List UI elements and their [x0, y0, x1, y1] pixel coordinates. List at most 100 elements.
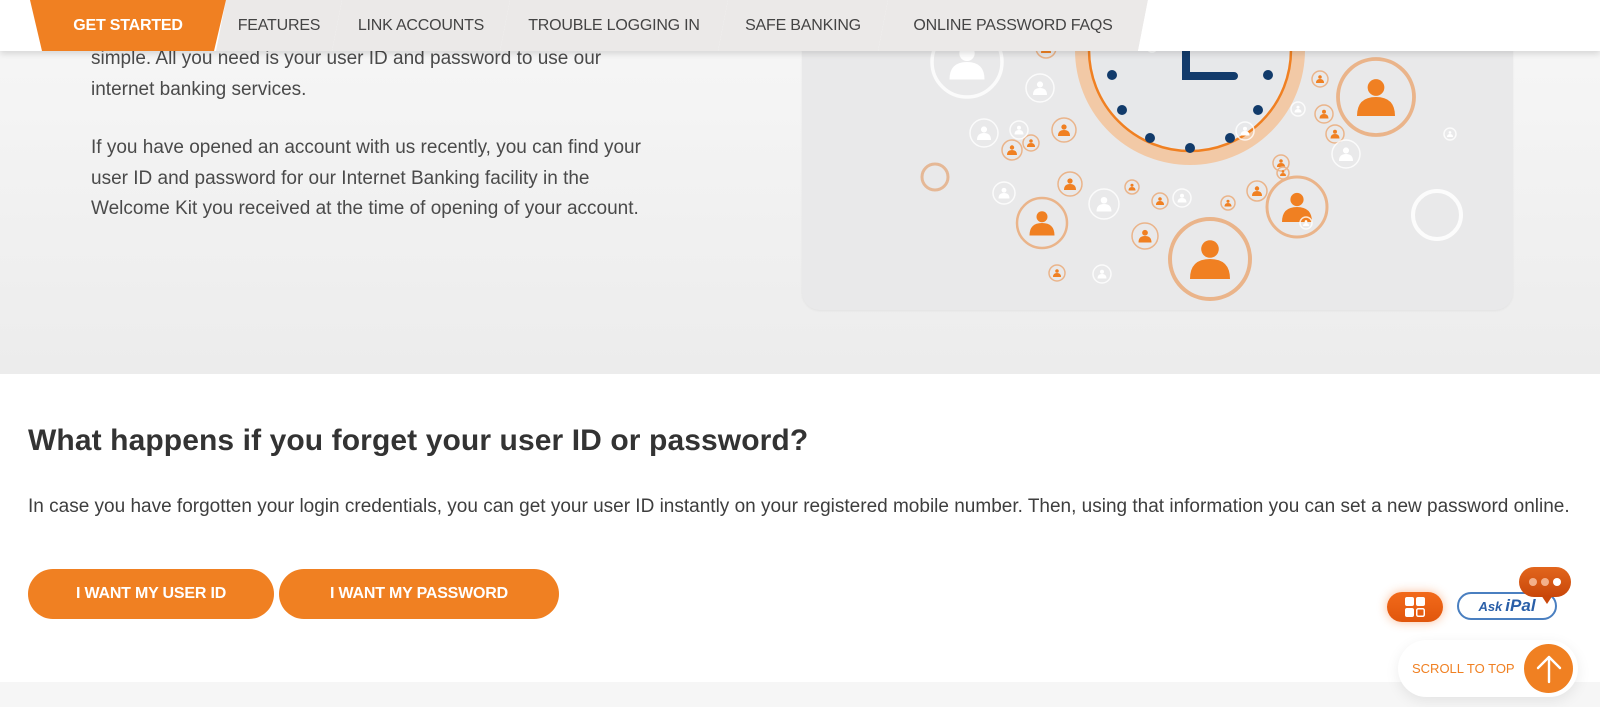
person-head-icon [1226, 199, 1230, 203]
person-body-icon [1156, 201, 1164, 205]
person-head-icon [1448, 131, 1452, 134]
person-head-icon [1304, 220, 1308, 223]
tab-safe-banking[interactable]: SAFE BANKING [718, 0, 888, 51]
person-head-icon [1243, 126, 1247, 131]
intro-paragraph-1: simple. All you need is your user ID and… [91, 48, 602, 100]
person-head-icon [1100, 269, 1104, 274]
arrow-up-icon [1536, 655, 1561, 683]
typing-dot [1553, 578, 1561, 586]
person-body-icon [1138, 236, 1152, 243]
person-body-icon [1294, 109, 1302, 113]
intro-text: simple. All you need is your user ID and… [91, 44, 661, 253]
typing-dot [1541, 578, 1549, 586]
person-head-icon [1333, 129, 1337, 134]
person-body-icon [1252, 191, 1262, 196]
person-body-icon [1190, 259, 1230, 279]
person-head-icon [1029, 139, 1033, 143]
typing-dot [1529, 578, 1537, 586]
get-started-section: simple. All you need is your user ID and… [0, 0, 1600, 374]
person-head-icon [1342, 147, 1350, 154]
ask-label: Ask [1478, 598, 1503, 614]
decor-ring [1411, 189, 1463, 241]
person-head-icon [1036, 211, 1048, 223]
person-body-icon [1282, 207, 1312, 222]
person-body-icon [1447, 134, 1453, 137]
person-head-icon [1061, 124, 1067, 130]
person-head-icon [1279, 159, 1283, 163]
person-body-icon [1096, 204, 1112, 212]
person-body-icon [998, 193, 1010, 199]
clock-dot [1253, 105, 1263, 115]
person-head-icon [1318, 75, 1322, 79]
person-head-icon [980, 126, 988, 133]
person-head-icon [1067, 178, 1073, 184]
scroll-to-top-button[interactable]: SCROLL TO TOP [1398, 640, 1578, 697]
person-body-icon [1097, 274, 1107, 279]
intro-paragraph-2: If you have opened an account with us re… [91, 137, 641, 219]
person-body-icon [977, 133, 991, 140]
apps-menu-button[interactable] [1387, 592, 1443, 622]
person-head-icon [1009, 145, 1015, 150]
person-head-icon [1281, 170, 1285, 173]
person-body-icon [1319, 114, 1329, 119]
person-body-icon [1330, 134, 1340, 139]
tab-features[interactable]: FEATURES [216, 0, 342, 51]
tab-list: GET STARTED FEATURES LINK ACCOUNTS TROUB… [30, 0, 1598, 51]
clock-dot [1145, 133, 1155, 143]
person-head-icon [1036, 81, 1044, 88]
tab-link-accounts[interactable]: LINK ACCOUNTS [332, 0, 510, 51]
person-head-icon [1001, 187, 1007, 193]
person-body-icon [1014, 130, 1024, 135]
clock-dot [1225, 133, 1235, 143]
want-password-button[interactable]: I WANT MY PASSWORD [279, 569, 559, 619]
ipal-label: iPal [1505, 596, 1536, 615]
clock-dot [1263, 70, 1273, 80]
person-body-icon [1224, 203, 1232, 207]
person-body-icon [1027, 143, 1035, 147]
person-head-icon [1130, 183, 1134, 187]
person-head-icon [1055, 269, 1059, 273]
person-body-icon [1177, 198, 1187, 203]
person-body-icon [949, 62, 985, 80]
tab-online-password-faqs[interactable]: ONLINE PASSWORD FAQS [878, 0, 1148, 51]
person-head-icon [1322, 109, 1326, 114]
person-body-icon [1033, 88, 1047, 95]
person-head-icon [1017, 125, 1021, 130]
person-body-icon [1029, 223, 1055, 236]
tab-trouble-logging-in[interactable]: TROUBLE LOGGING IN [500, 0, 728, 51]
section-tab-bar: GET STARTED FEATURES LINK ACCOUNTS TROUB… [0, 0, 1600, 51]
clock-dot [1185, 143, 1195, 153]
person-head-icon [1296, 105, 1300, 109]
person-head-icon [1142, 229, 1148, 236]
forgot-credentials-heading: What happens if you forget your user ID … [28, 424, 809, 457]
person-body-icon [1053, 273, 1061, 277]
person-head-icon [1254, 186, 1260, 191]
want-user-id-button[interactable]: I WANT MY USER ID [28, 569, 274, 619]
person-head-icon [1158, 197, 1162, 201]
person-head-icon [1100, 196, 1108, 204]
chat-bubble-icon[interactable] [1519, 567, 1571, 604]
person-body-icon [1128, 187, 1136, 191]
person-head-icon [1290, 192, 1304, 207]
person-body-icon [1316, 79, 1324, 83]
person-body-icon [1339, 154, 1353, 161]
clock-dot [1117, 105, 1127, 115]
tab-get-started[interactable]: GET STARTED [30, 0, 226, 51]
clock-dot [1107, 70, 1117, 80]
person-head-icon [1201, 240, 1219, 258]
tab-bar-filler [1138, 0, 1598, 51]
person-body-icon [1303, 223, 1309, 226]
scroll-to-top-label: SCROLL TO TOP [1412, 661, 1515, 676]
person-body-icon [1064, 184, 1076, 190]
person-body-icon [1280, 173, 1286, 176]
person-body-icon [1058, 130, 1070, 136]
person-head-icon [1180, 193, 1184, 198]
person-body-icon [1007, 150, 1017, 155]
person-head-icon [1367, 79, 1385, 96]
forgot-credentials-text: In case you have forgotten your login cr… [28, 496, 1570, 517]
scroll-arrow-circle [1524, 644, 1573, 693]
person-body-icon [1357, 97, 1395, 116]
footer-strip [0, 682, 1600, 707]
decor-ring [920, 162, 950, 192]
grid-apps-icon [1405, 597, 1425, 617]
